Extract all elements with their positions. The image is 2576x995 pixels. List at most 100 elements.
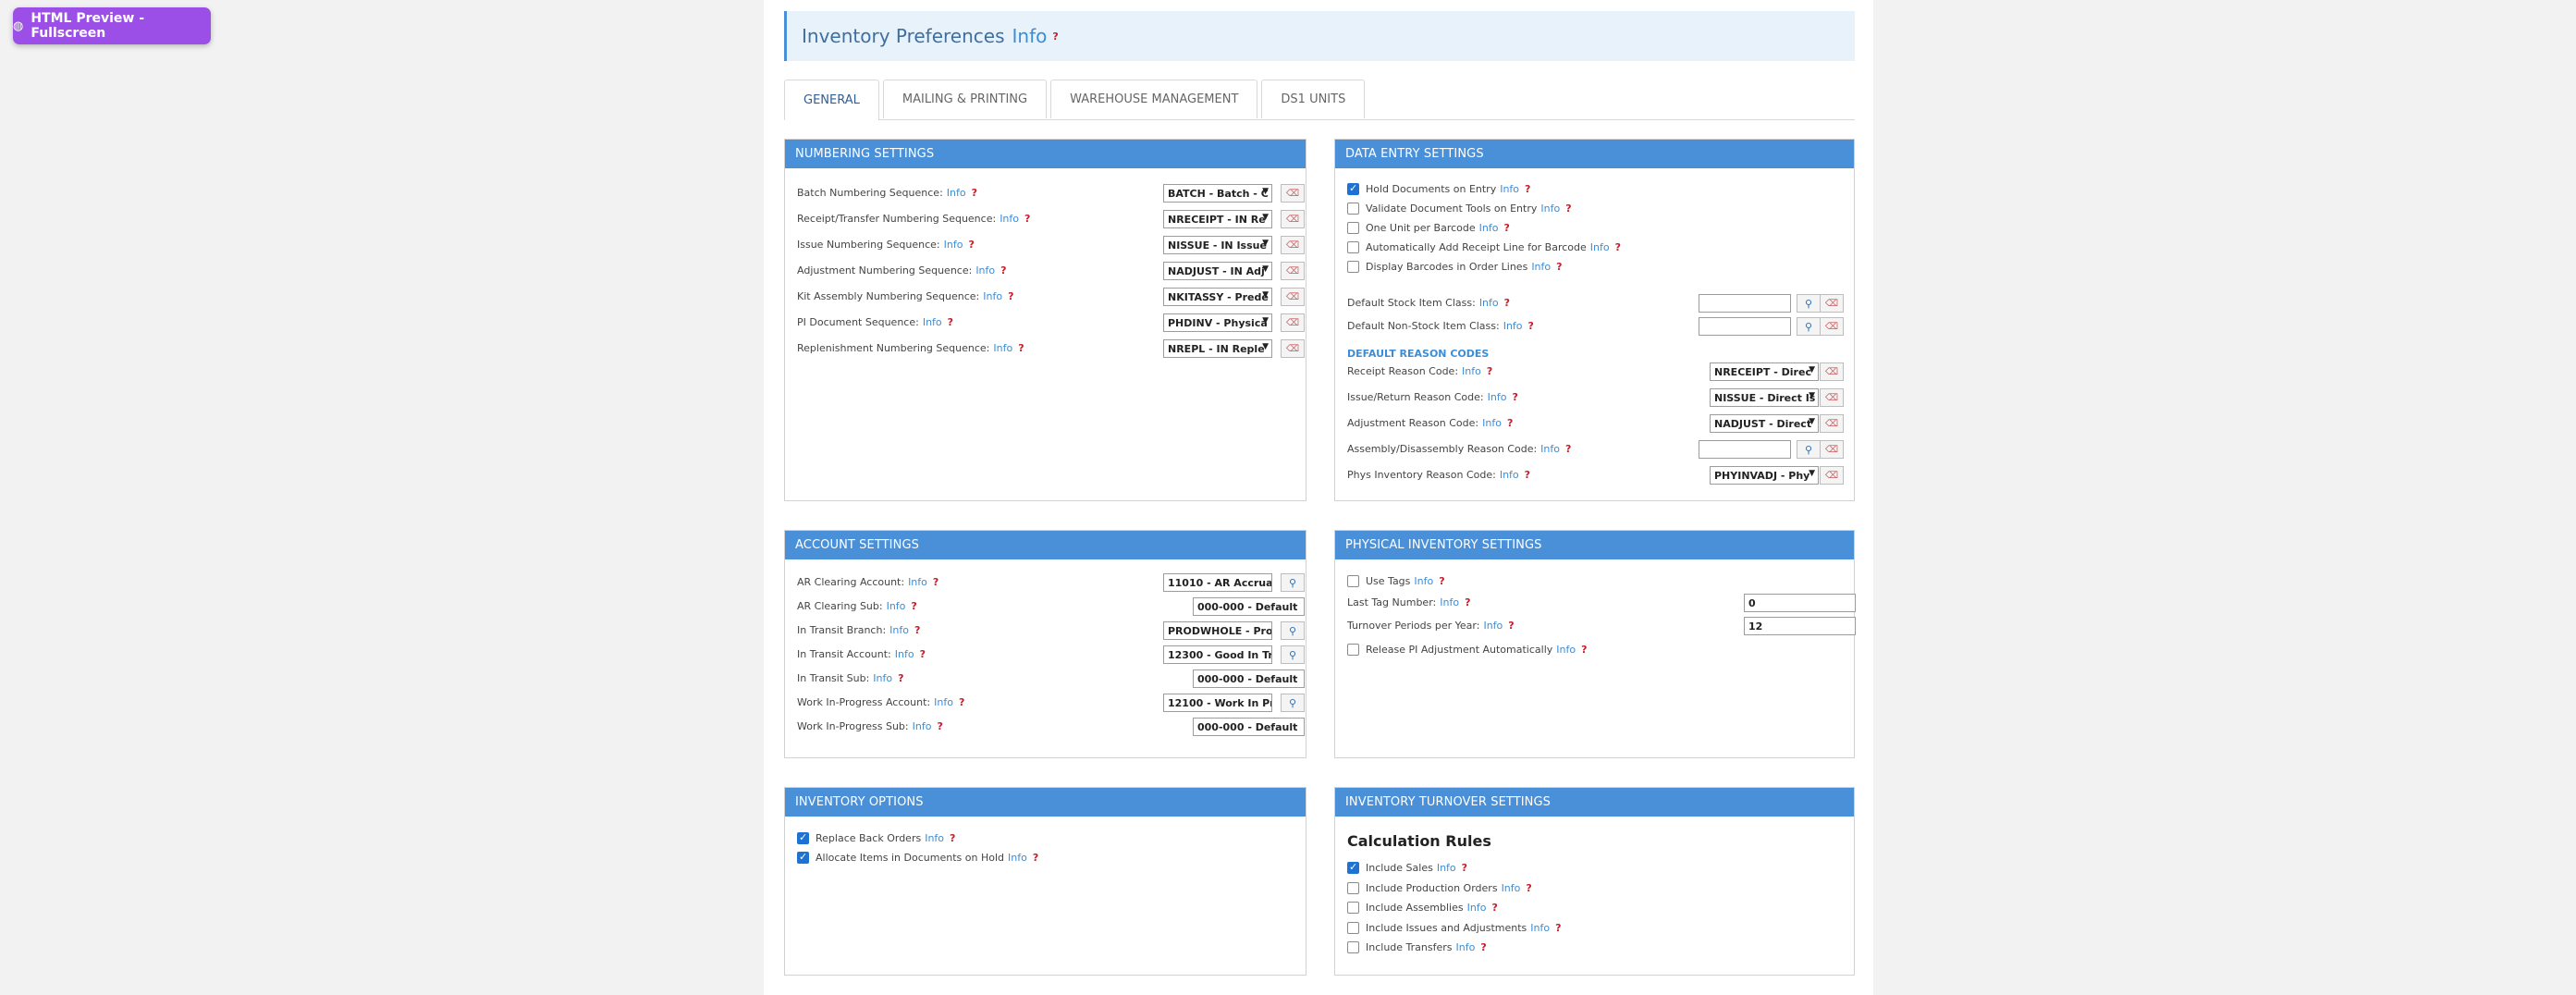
info-link[interactable]: Info [908, 576, 927, 588]
clear-button[interactable]: ⌫ [1281, 210, 1305, 228]
lookup-button[interactable]: ⚲ [1797, 440, 1821, 459]
help-icon[interactable]: ? [1504, 297, 1510, 309]
info-link[interactable]: Info [1503, 320, 1523, 332]
help-icon[interactable]: ? [911, 600, 916, 612]
header-info-link[interactable]: Info [1012, 25, 1048, 47]
info-link[interactable]: Info [889, 624, 909, 636]
clear-button[interactable]: ⌫ [1281, 339, 1305, 358]
help-icon[interactable]: ? [1525, 469, 1530, 481]
help-icon[interactable]: ? [1052, 31, 1058, 43]
help-icon[interactable]: ? [1018, 342, 1024, 354]
checkbox-hold-documents-on-entry[interactable] [1347, 182, 1359, 195]
info-link[interactable]: Info [1540, 203, 1560, 215]
info-link[interactable]: Info [993, 342, 1012, 354]
info-link[interactable]: Info [1456, 941, 1476, 953]
checkbox-include-assemblies[interactable] [1347, 902, 1359, 914]
lookup-button[interactable]: ⚲ [1281, 645, 1305, 664]
checkbox-include-sales[interactable] [1347, 861, 1359, 874]
info-link[interactable]: Info [1462, 365, 1481, 377]
help-icon[interactable]: ? [948, 316, 953, 328]
help-icon[interactable]: ? [1508, 620, 1514, 632]
info-link[interactable]: Info [913, 720, 932, 732]
help-icon[interactable]: ? [933, 576, 938, 588]
turnover-input[interactable]: 12 [1744, 617, 1856, 635]
reason-code-select[interactable]: NADJUST - Direct ▼ [1710, 414, 1819, 433]
checkbox-include-production-orders[interactable] [1347, 881, 1359, 894]
info-link[interactable]: Info [1556, 644, 1576, 656]
numbering-sequence-select[interactable]: NISSUE - IN Issue ▼ [1163, 236, 1272, 254]
info-link[interactable]: Info [1479, 297, 1499, 309]
info-link[interactable]: Info [934, 696, 953, 708]
info-link[interactable]: Info [1440, 596, 1459, 608]
help-icon[interactable]: ? [1503, 222, 1509, 234]
checkbox-release-pi-adjustment-automatically[interactable] [1347, 644, 1359, 656]
clear-button[interactable]: ⌫ [1820, 294, 1844, 313]
numbering-sequence-select[interactable]: NADJUST - IN Adj ▼ [1163, 262, 1272, 280]
info-link[interactable]: Info [1590, 241, 1610, 253]
help-icon[interactable]: ? [937, 720, 942, 732]
info-link[interactable]: Info [1414, 575, 1433, 587]
reason-code-input[interactable] [1699, 440, 1791, 459]
info-link[interactable]: Info [895, 648, 914, 660]
help-icon[interactable]: ? [920, 648, 926, 660]
checkbox-automatically-add-receipt-line-for-barcode[interactable] [1347, 241, 1359, 253]
help-icon[interactable]: ? [1491, 902, 1497, 914]
checkbox-allocate-items-in-documents-on-hold[interactable] [797, 851, 809, 864]
account-input[interactable]: 12300 - Good In Trans [1163, 645, 1272, 664]
clear-button[interactable]: ⌫ [1820, 440, 1844, 459]
subaccount-input[interactable]: 000-000 - Default [1193, 597, 1305, 616]
clear-button[interactable]: ⌫ [1820, 414, 1844, 433]
numbering-sequence-select[interactable]: NREPL - IN Reple ▼ [1163, 339, 1272, 358]
help-icon[interactable]: ? [1555, 922, 1561, 934]
tab-general[interactable]: GENERAL [784, 80, 879, 120]
numbering-sequence-select[interactable]: PHDINV - Physica ▼ [1163, 313, 1272, 332]
reason-code-select[interactable]: NRECEIPT - Direc ▼ [1710, 362, 1819, 381]
info-link[interactable]: Info [923, 316, 942, 328]
account-input[interactable]: 12100 - Work In Progr [1163, 694, 1272, 712]
info-link[interactable]: Info [887, 600, 906, 612]
subaccount-input[interactable]: 000-000 - Default [1193, 718, 1305, 736]
numbering-sequence-select[interactable]: BATCH - Batch - C ▼ [1163, 184, 1272, 203]
help-icon[interactable]: ? [1512, 391, 1517, 403]
help-icon[interactable]: ? [914, 624, 920, 636]
checkbox-one-unit-per-barcode[interactable] [1347, 222, 1359, 234]
numbering-sequence-select[interactable]: NRECEIPT - IN Re ▼ [1163, 210, 1272, 228]
item-class-input[interactable] [1699, 294, 1791, 313]
clear-button[interactable]: ⌫ [1281, 288, 1305, 306]
info-link[interactable]: Info [1483, 620, 1503, 632]
help-icon[interactable]: ? [1000, 264, 1006, 276]
info-link[interactable]: Info [1531, 261, 1551, 273]
checkbox-display-barcodes-in-order-lines[interactable] [1347, 261, 1359, 273]
lookup-button[interactable]: ⚲ [1281, 573, 1305, 592]
tab-ds1-units[interactable]: DS1 UNITS [1261, 80, 1366, 118]
help-icon[interactable]: ? [1528, 320, 1534, 332]
clear-button[interactable]: ⌫ [1820, 466, 1844, 485]
info-link[interactable]: Info [873, 672, 892, 684]
help-icon[interactable]: ? [968, 239, 974, 251]
html-preview-fullscreen-button[interactable]: ◍ HTML Preview - Fullscreen [13, 7, 211, 44]
help-icon[interactable]: ? [1465, 596, 1470, 608]
info-link[interactable]: Info [1467, 902, 1487, 914]
tab-warehouse-management[interactable]: WAREHOUSE MANAGEMENT [1050, 80, 1258, 118]
item-class-input[interactable] [1699, 317, 1791, 336]
help-icon[interactable]: ? [1024, 213, 1030, 225]
info-link[interactable]: Info [947, 187, 966, 199]
checkbox-include-issues-and-adjustments[interactable] [1347, 921, 1359, 934]
help-icon[interactable]: ? [1033, 852, 1038, 864]
lookup-button[interactable]: ⚲ [1797, 317, 1821, 336]
help-icon[interactable]: ? [950, 832, 955, 844]
info-link[interactable]: Info [975, 264, 995, 276]
checkbox-replace-back-orders[interactable] [797, 831, 809, 844]
help-icon[interactable]: ? [959, 696, 964, 708]
last-tag-input[interactable]: 0 [1744, 594, 1856, 612]
clear-button[interactable]: ⌫ [1820, 317, 1844, 336]
help-icon[interactable]: ? [1439, 575, 1444, 587]
lookup-button[interactable]: ⚲ [1281, 621, 1305, 640]
lookup-button[interactable]: ⚲ [1281, 694, 1305, 712]
account-input[interactable]: 11010 - AR Accrual Ac [1163, 573, 1272, 592]
info-link[interactable]: Info [1500, 183, 1519, 195]
info-link[interactable]: Info [1502, 882, 1521, 894]
info-link[interactable]: Info [1488, 391, 1507, 403]
help-icon[interactable]: ? [1487, 365, 1492, 377]
reason-code-select[interactable]: PHYINVADJ - Phy ▼ [1710, 466, 1819, 485]
